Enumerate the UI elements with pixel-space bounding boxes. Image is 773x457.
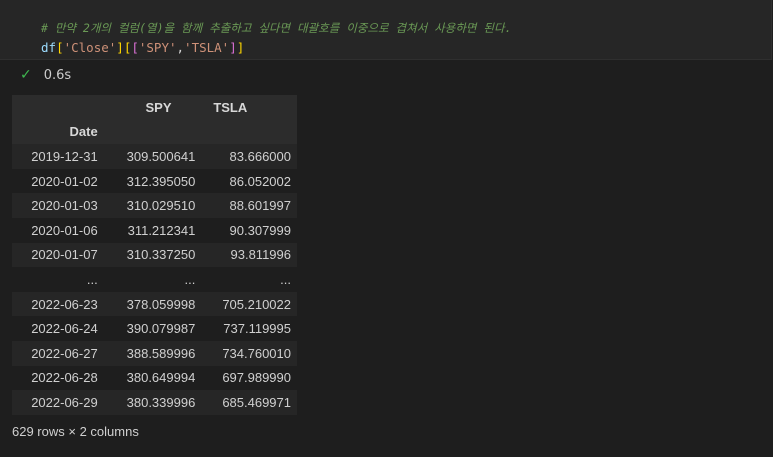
tsla-value-cell: 88.601997 bbox=[201, 193, 297, 218]
tsla-value-cell: 685.469971 bbox=[201, 390, 297, 415]
row-index-cell: 2022-06-23 bbox=[12, 291, 104, 317]
tsla-value-cell: 737.119995 bbox=[201, 316, 297, 341]
code-token-bracket: ] bbox=[236, 40, 245, 55]
column-header-tsla: TSLA bbox=[201, 95, 297, 120]
spy-value-cell: 310.029510 bbox=[103, 193, 202, 218]
table-row: 2022-06-28 380.649994 697.989990 bbox=[12, 365, 297, 391]
row-index-cell: ... bbox=[12, 267, 104, 292]
tsla-value-cell: 83.666000 bbox=[201, 144, 297, 169]
code-token-bracket: ] bbox=[229, 40, 237, 55]
code-comment-line: # 만약 2개의 컬럼(열)을 함께 추출하고 싶다면 대괄호를 이중으로 겹쳐… bbox=[41, 21, 512, 35]
tsla-value-cell: ... bbox=[201, 267, 297, 292]
row-index-cell: 2022-06-24 bbox=[12, 316, 104, 341]
tsla-value-cell: 86.052002 bbox=[201, 168, 297, 194]
tsla-value-cell: 705.210022 bbox=[201, 291, 297, 317]
output-dataframe-table: SPY TSLA Date 2019-12-31 309.500641 83.666… bbox=[12, 95, 297, 415]
code-token-bracket: [ bbox=[56, 40, 64, 55]
tsla-value-cell: 697.989990 bbox=[201, 365, 297, 391]
index-name-blank bbox=[201, 119, 297, 145]
spy-value-cell: 380.339996 bbox=[103, 390, 202, 415]
tsla-value-cell: 734.760010 bbox=[201, 340, 297, 366]
index-name-header: Date bbox=[12, 119, 104, 145]
code-token-string: 'Close' bbox=[63, 40, 117, 55]
row-index-cell: 2022-06-29 bbox=[12, 390, 104, 415]
table-row: 2020-01-06 311.212341 90.307999 bbox=[12, 217, 297, 243]
row-index-cell: 2020-01-03 bbox=[12, 193, 104, 218]
table-row: 2020-01-03 310.029510 88.601997 bbox=[12, 193, 297, 218]
spy-value-cell: 311.212341 bbox=[103, 217, 202, 243]
spy-value-cell: 378.059998 bbox=[103, 291, 202, 317]
code-token-comma: , bbox=[176, 40, 185, 55]
tsla-value-cell: 93.811996 bbox=[201, 242, 297, 268]
code-token-string: 'TSLA' bbox=[184, 40, 230, 55]
table-row: ......... bbox=[12, 267, 297, 292]
spy-value-cell: 309.500641 bbox=[103, 144, 202, 169]
table-row: 2022-06-23 378.059998 705.210022 bbox=[12, 291, 297, 317]
row-index-cell: 2020-01-07 bbox=[12, 242, 104, 268]
table-row: 2019-12-31 309.500641 83.666000 bbox=[12, 144, 297, 169]
code-line: df['Close'][['SPY','TSLA']] bbox=[41, 40, 244, 55]
row-index-cell: 2020-01-06 bbox=[12, 217, 104, 243]
code-token-string: 'SPY' bbox=[138, 40, 177, 55]
check-icon: ✓ bbox=[20, 67, 32, 83]
column-header-spy: SPY bbox=[103, 95, 202, 120]
table-row: 2020-01-07 310.337250 93.811996 bbox=[12, 242, 297, 268]
execution-status: ✓ 0.6s bbox=[20, 67, 71, 83]
index-name-row: Date bbox=[12, 119, 297, 145]
row-index-cell: 2019-12-31 bbox=[12, 144, 104, 169]
table-row: 2022-06-29 380.339996 685.469971 bbox=[12, 390, 297, 415]
index-name-blank bbox=[103, 119, 202, 145]
code-token-bracket: ] bbox=[116, 40, 124, 55]
table-header-row: SPY TSLA bbox=[12, 95, 297, 120]
tsla-value-cell: 90.307999 bbox=[201, 217, 297, 243]
index-header-blank bbox=[12, 95, 104, 120]
code-cell-editor[interactable]: # 만약 2개의 컬럼(열)을 함께 추출하고 싶다면 대괄호를 이중으로 겹쳐… bbox=[0, 0, 772, 60]
table-row: 2022-06-27 388.589996 734.760010 bbox=[12, 340, 297, 366]
row-index-cell: 2022-06-27 bbox=[12, 340, 104, 366]
spy-value-cell: 380.649994 bbox=[103, 365, 202, 391]
spy-value-cell: 312.395050 bbox=[103, 168, 202, 194]
spy-value-cell: 390.079987 bbox=[103, 316, 202, 341]
execution-duration: 0.6s bbox=[43, 67, 72, 83]
code-token-bracket: [ bbox=[131, 40, 139, 55]
spy-value-cell: 388.589996 bbox=[103, 340, 202, 366]
dataframe-shape-text: 629 rows × 2 columns bbox=[12, 424, 139, 439]
row-index-cell: 2022-06-28 bbox=[12, 365, 104, 391]
table-row: 2020-01-02 312.395050 86.052002 bbox=[12, 168, 297, 194]
spy-value-cell: ... bbox=[103, 267, 202, 292]
row-index-cell: 2020-01-02 bbox=[12, 168, 104, 194]
spy-value-cell: 310.337250 bbox=[103, 242, 202, 268]
table-row: 2022-06-24 390.079987 737.119995 bbox=[12, 316, 297, 341]
code-token-df: df bbox=[41, 40, 57, 55]
